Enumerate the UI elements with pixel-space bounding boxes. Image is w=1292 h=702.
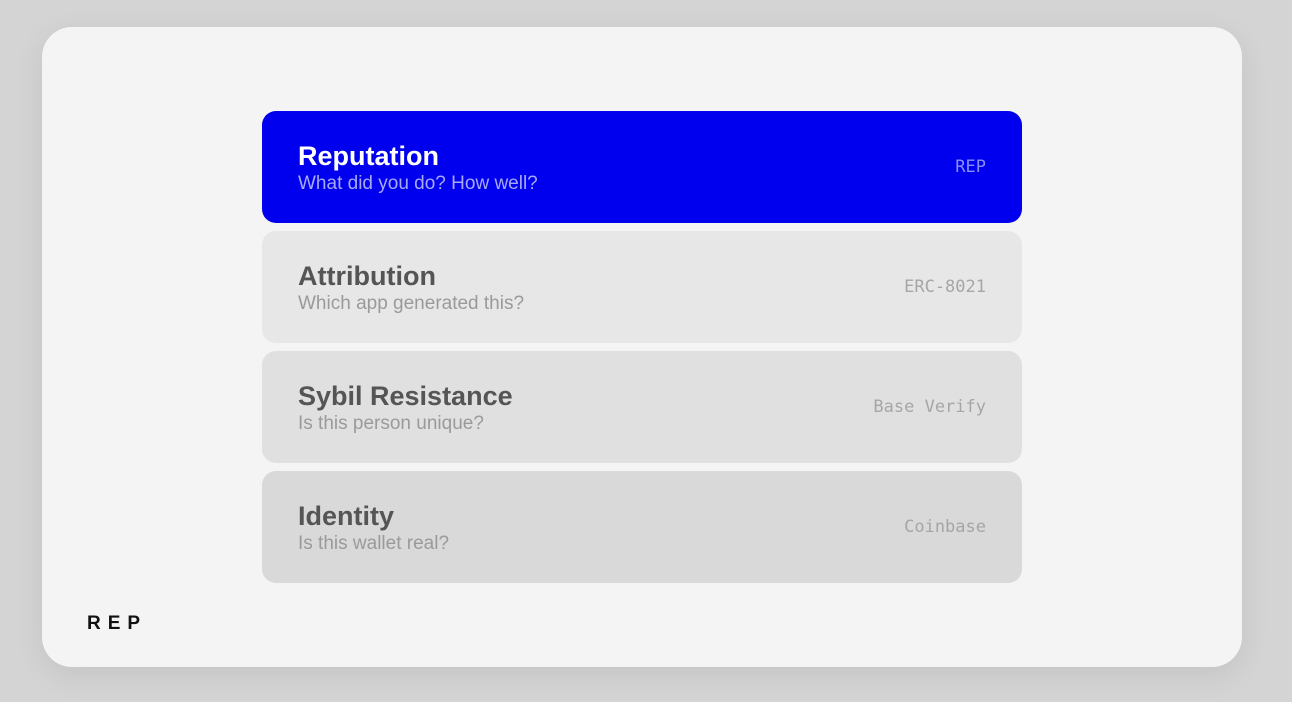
layer-tag: Base Verify [873,397,986,417]
layer-subtitle: Is this person unique? [298,413,484,434]
main-card: Reputation What did you do? How well? RE… [42,27,1242,667]
layer-title: Sybil Resistance [298,381,513,411]
layer-title: Attribution [298,261,436,291]
layer-reputation[interactable]: Reputation What did you do? How well? RE… [262,111,1022,223]
layer-tag: REP [955,157,986,177]
layer-sybil-resistance[interactable]: Sybil Resistance Is this person unique? … [262,351,1022,463]
layer-subtitle: What did you do? How well? [298,173,538,194]
layer-stack: Reputation What did you do? How well? RE… [262,111,1022,591]
layer-tag: ERC-8021 [904,277,986,297]
layer-subtitle: Which app generated this? [298,293,525,314]
layer-title: Reputation [298,141,439,171]
brand-logo: REP [87,613,148,634]
layer-tag: Coinbase [904,517,986,537]
layer-subtitle: Is this wallet real? [298,533,450,554]
layer-identity[interactable]: Identity Is this wallet real? Coinbase [262,471,1022,583]
layer-title: Identity [298,501,395,531]
layer-attribution[interactable]: Attribution Which app generated this? ER… [262,231,1022,343]
